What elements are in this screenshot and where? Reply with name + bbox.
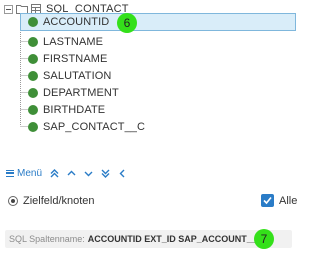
tree-node-sap-contact-c[interactable]: SAP_CONTACT__C [28,118,145,135]
field-node-icon [28,70,38,81]
field-node-icon [28,53,38,64]
tree-node-birthdate[interactable]: BIRTHDATE [28,101,105,118]
tree-node-label: SAP_CONTACT__C [43,120,146,133]
collapse-toggle-icon[interactable] [4,4,13,14]
all-checkbox-label: Alle [279,195,298,207]
all-checkbox[interactable] [261,194,274,207]
tree-node-label: DEPARTMENT [43,86,119,99]
sql-column-name-field[interactable]: SQL Spaltenname: ACCOUNTID EXT_ID SAP_AC… [5,230,292,248]
tree-node-label: FIRSTNAME [43,52,108,65]
tree-node-label: BIRTHDATE [43,103,106,116]
field-node-icon [28,87,38,98]
sql-column-name-value: ACCOUNTID EXT_ID SAP_ACCOUNT__C [87,234,264,244]
field-node-icon [28,104,38,115]
chevron-left-icon[interactable] [118,169,127,178]
sql-column-name-label: SQL Spaltenname: [9,234,85,244]
checkmark-icon [263,196,272,205]
menu-label: Menü [17,167,43,179]
options-row: Zielfeld/knoten Alle [0,193,300,210]
step-badge-7: 7 [254,229,274,249]
tree-node-department[interactable]: DEPARTMENT [28,84,119,101]
field-node-icon [28,121,38,132]
chevron-up-icon[interactable] [67,169,76,178]
tree-toolbar: Menü [0,165,300,181]
field-tree: SQL_CONTACT ACCOUNTID 6 LASTNAME FIRSTNA… [0,0,300,145]
tree-node-label: LASTNAME [43,35,104,48]
target-field-radio-label: Zielfeld/knoten [23,195,95,207]
target-field-radio[interactable] [8,196,18,206]
tree-node-accountid[interactable]: ACCOUNTID [20,13,296,31]
field-node-icon [28,17,38,27]
tree-node-label: ACCOUNTID [43,16,110,28]
double-chevron-up-icon[interactable] [50,168,59,178]
hamburger-icon [6,169,14,177]
tree-node-salutation[interactable]: SALUTATION [28,67,111,84]
tree-node-firstname[interactable]: FIRSTNAME [28,50,107,67]
double-chevron-down-icon[interactable] [101,169,110,178]
step-badge-6: 6 [117,13,137,33]
menu-button[interactable]: Menü [6,168,42,179]
chevron-down-icon[interactable] [84,169,93,178]
tree-node-label: SALUTATION [43,69,112,82]
tree-node-lastname[interactable]: LASTNAME [28,33,103,50]
field-node-icon [28,36,38,47]
